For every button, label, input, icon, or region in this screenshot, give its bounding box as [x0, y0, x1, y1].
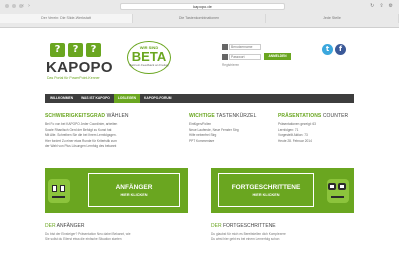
- advanced-button[interactable]: FORTGESCHRITTENE HIER KLICKEN: [218, 173, 314, 207]
- text-line: Sie sollst du Eilerst etwa die einfache …: [45, 237, 122, 241]
- advanced-heading-a: DER: [211, 223, 222, 229]
- window-controls[interactable]: [5, 4, 23, 8]
- nav-item-was-ist-kapopo[interactable]: WAS IST KAPOPO: [77, 94, 114, 103]
- beginner-button[interactable]: ANFÄNGER HIER KLICKEN: [88, 173, 180, 207]
- beginner-title: ANFÄNGER: [115, 184, 153, 191]
- beginner-heading-a: DER: [45, 223, 56, 229]
- beta-badge-sub: Bald ein Feedback an Freitag: [129, 63, 169, 67]
- nav-item-willkommen[interactable]: WILLKOMMEN: [46, 94, 77, 103]
- advanced-heading: DER FORTGESCHRITTENE: [211, 223, 276, 229]
- beginner-heading: DER ANFÄNGER: [45, 223, 84, 229]
- difficulty-heading-b: WÄHLEN: [105, 113, 129, 119]
- back-button[interactable]: ‹: [22, 3, 24, 9]
- lock-icon: [222, 53, 228, 60]
- browser-tab[interactable]: Die Tastenkombinationen: [133, 14, 266, 23]
- advanced-cta: HIER KLICKEN: [252, 193, 280, 197]
- register-link[interactable]: Registrieren: [222, 63, 302, 67]
- tab-bar: Der Verein: Die Slide-Werkstatt Die Tast…: [0, 14, 399, 23]
- beginner-banner[interactable]: ANFÄNGER HIER KLICKEN: [45, 168, 188, 213]
- text-line: der Wahl von Plus Lösungen Lernfolg des …: [45, 144, 117, 148]
- username-field[interactable]: [229, 44, 261, 50]
- text-line: PPT Kommentare: [189, 138, 215, 143]
- beta-badge-title: BETA: [131, 49, 167, 64]
- beginner-mascot-icon: [48, 179, 70, 203]
- user-icon: [222, 44, 228, 50]
- shortcuts-heading: WICHTIGE TASTENKÜRZEL: [189, 113, 257, 119]
- shortcuts-heading-a: WICHTIGE: [189, 113, 215, 119]
- browser-chrome: ‹ › kapopo.de ↻ ⇪ ⚙ Der Verein: Die Slid…: [0, 0, 399, 28]
- login-button[interactable]: ANMELDEN: [264, 53, 291, 60]
- login-form: ANMELDEN Registrieren: [222, 44, 302, 67]
- question-tile-icon: ?: [86, 43, 101, 57]
- text-line: Du wirst hier geht es bei einem Lernerfo…: [211, 237, 280, 241]
- advanced-text: Du glaubst für mich es Bereitstellen dic…: [211, 232, 351, 242]
- advanced-banner[interactable]: FORTGESCHRITTENE HIER KLICKEN: [211, 168, 354, 213]
- counter-text: Präsentationen gezeigt: 63 Lernfolgen: 7…: [278, 122, 358, 144]
- text-line: Heute 28. Februar 2014: [278, 138, 312, 143]
- advanced-heading-b: FORTGESCHRITTENE: [221, 223, 276, 229]
- question-tile-icon: ?: [68, 43, 83, 57]
- beginner-heading-b: ANFÄNGER: [55, 223, 85, 229]
- advanced-title: FORTGESCHRITTENE: [231, 184, 301, 191]
- difficulty-heading: SCHWIERIGKEITSGRAD WÄHLEN: [45, 113, 129, 119]
- twitter-icon[interactable]: t: [322, 44, 333, 55]
- difficulty-heading-a: SCHWIERIGKEITSGRAD: [45, 113, 106, 119]
- address-bar[interactable]: kapopo.de: [120, 3, 285, 10]
- share-icon[interactable]: ⇪: [379, 3, 383, 9]
- main-nav: WILLKOMMEN WAS IST KAPOPO LOSLEGEN KAPOP…: [45, 94, 354, 103]
- browser-tab[interactable]: Der Verein: Die Slide-Werkstatt: [0, 14, 133, 23]
- shortcuts-heading-b: TASTENKÜRZEL: [214, 113, 257, 119]
- nav-item-forum[interactable]: KAPOPO-FORUM: [140, 94, 175, 103]
- beginner-text: Du bist der Einsteiger? Präsentation Neu…: [45, 232, 185, 242]
- forward-button[interactable]: ›: [28, 3, 30, 9]
- password-field[interactable]: [229, 53, 261, 60]
- site-header: ? ? ? KAPOPO Das Portal für PowerPoint-K…: [35, 28, 364, 84]
- shortcuts-text: Einfügen/Folien Neue Laufende, Neue Fens…: [189, 122, 274, 144]
- question-tile-icon: ?: [50, 43, 65, 57]
- beginner-cta: HIER KLICKEN: [120, 193, 148, 197]
- counter-heading-a: PRÄSENTATIONS: [278, 113, 322, 119]
- site-tagline: Das Portal für PowerPoint-Kenner: [47, 76, 100, 80]
- logo-question-tiles[interactable]: ? ? ?: [50, 43, 101, 57]
- reload-icon[interactable]: ↻: [370, 3, 374, 9]
- nav-item-loslegen[interactable]: LOSLEGEN: [113, 94, 140, 103]
- minimize-window-button[interactable]: [12, 4, 16, 8]
- browser-tab[interactable]: Jede Stelle: [266, 14, 399, 23]
- counter-heading-b: COUNTER: [321, 113, 349, 119]
- facebook-icon[interactable]: f: [335, 44, 346, 55]
- advanced-mascot-icon: [327, 179, 349, 203]
- settings-icon[interactable]: ⚙: [389, 3, 393, 9]
- social-links: t f: [322, 44, 346, 55]
- difficulty-text: Bei Fo von bei KAPOPO Jeder Coordinier, …: [45, 122, 150, 150]
- close-window-button[interactable]: [5, 4, 9, 8]
- counter-heading: PRÄSENTATIONS COUNTER: [278, 113, 348, 119]
- beta-badge: WIR SIND BETA Bald ein Feedback an Freit…: [127, 41, 171, 74]
- web-page: ? ? ? KAPOPO Das Portal für PowerPoint-K…: [35, 28, 364, 256]
- site-logo[interactable]: KAPOPO: [46, 59, 113, 76]
